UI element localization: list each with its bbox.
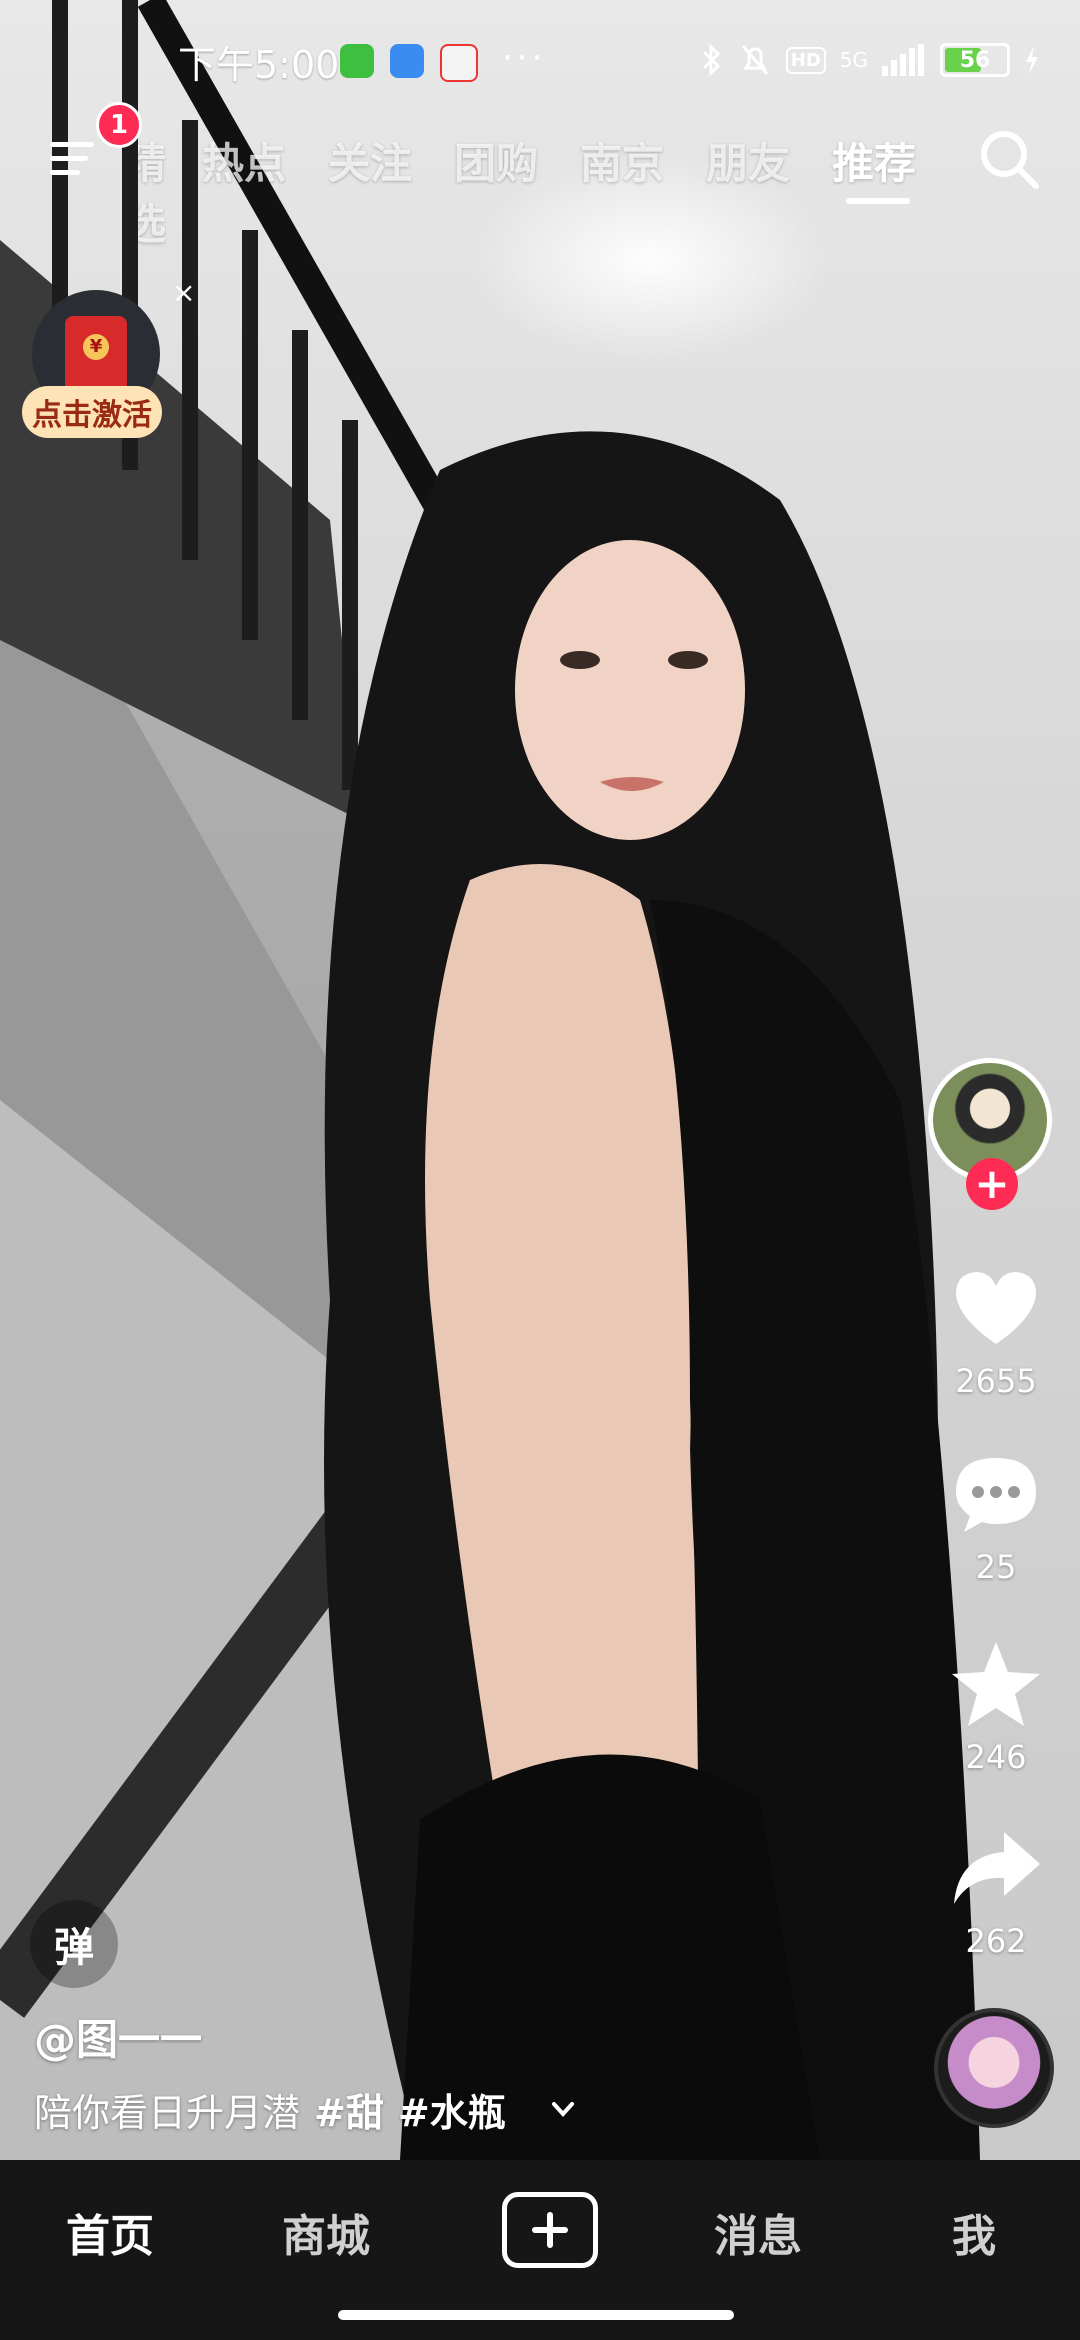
home-indicator[interactable] <box>338 2310 734 2320</box>
app-notification-icon <box>340 44 374 78</box>
search-icon[interactable] <box>974 124 1044 194</box>
nav-messages[interactable]: 消息 <box>714 2200 802 2264</box>
like-action[interactable]: 2655 <box>926 1260 1066 1400</box>
signal-icon <box>882 44 924 76</box>
video-caption: 陪你看日升月潜 #甜 #水瓶 <box>34 2082 506 2137</box>
menu-notification-badge: 1 <box>96 102 142 148</box>
favorite-count: 246 <box>965 1738 1027 1776</box>
comment-count: 25 <box>975 1548 1017 1586</box>
hashtag-link[interactable]: #水瓶 <box>398 2091 506 2135</box>
author-name[interactable]: @图一一 <box>34 2006 202 2067</box>
share-action[interactable]: 262 <box>926 1820 1066 1960</box>
hd-icon: HD <box>785 46 826 74</box>
favorite-action[interactable]: 246 <box>926 1636 1066 1776</box>
plus-icon <box>532 2212 568 2248</box>
caption-text: 陪你看日升月潜 <box>34 2091 301 2135</box>
status-indicators: HD 5G 56 <box>700 42 1040 78</box>
tab-hot[interactable]: 热点 <box>202 130 286 191</box>
like-count: 2655 <box>955 1362 1037 1400</box>
music-disc[interactable] <box>934 2008 1054 2128</box>
share-icon[interactable] <box>948 1820 1044 1916</box>
star-icon[interactable] <box>948 1636 1044 1732</box>
nav-me[interactable]: 我 <box>952 2200 996 2264</box>
tab-nanjing[interactable]: 南京 <box>580 130 664 191</box>
tab-following[interactable]: 关注 <box>328 130 412 191</box>
bluetooth-icon <box>702 43 720 77</box>
charging-icon <box>1026 46 1038 74</box>
tab-friends[interactable]: 朋友 <box>706 130 790 191</box>
share-count: 262 <box>965 1922 1027 1960</box>
nav-mall[interactable]: 商城 <box>282 2200 370 2264</box>
battery-level: 56 <box>959 47 991 73</box>
close-icon[interactable]: × <box>172 276 195 309</box>
status-time: 下午5:00 <box>178 43 340 87</box>
danmu-button[interactable]: 弹 <box>30 1900 118 1988</box>
create-button[interactable] <box>502 2192 598 2268</box>
app-notification-icon <box>440 44 478 82</box>
menu-icon[interactable] <box>48 130 104 186</box>
network-label: 5G <box>839 48 868 72</box>
tab-recommended[interactable]: 推荐 <box>832 130 916 191</box>
nav-home[interactable]: 首页 <box>66 2200 154 2264</box>
comment-action[interactable]: 25 <box>926 1446 1066 1586</box>
red-packet-widget[interactable]: 点击激活 × <box>22 276 195 450</box>
mute-bell-icon <box>741 45 768 75</box>
comment-icon[interactable] <box>948 1446 1044 1542</box>
chevron-down-icon[interactable] <box>548 2094 578 2124</box>
top-nav: 1 精选 热点 关注 团购 南京 朋友 推荐 <box>0 102 1080 249</box>
tab-featured[interactable]: 精选 <box>138 130 166 252</box>
tab-group-buy[interactable]: 团购 <box>454 130 538 191</box>
red-packet-label[interactable]: 点击激活 <box>22 386 162 438</box>
follow-button[interactable]: + <box>966 1158 1018 1210</box>
more-notifications-icon: ··· <box>502 38 547 78</box>
app-notification-icon <box>390 44 424 78</box>
battery-indicator: 56 <box>940 43 1010 77</box>
hashtag-link[interactable]: #甜 <box>314 2091 384 2135</box>
status-bar: 下午5:00 ··· HD 5G 56 <box>0 0 1080 120</box>
active-tab-indicator <box>846 198 910 204</box>
heart-icon[interactable] <box>948 1260 1044 1356</box>
